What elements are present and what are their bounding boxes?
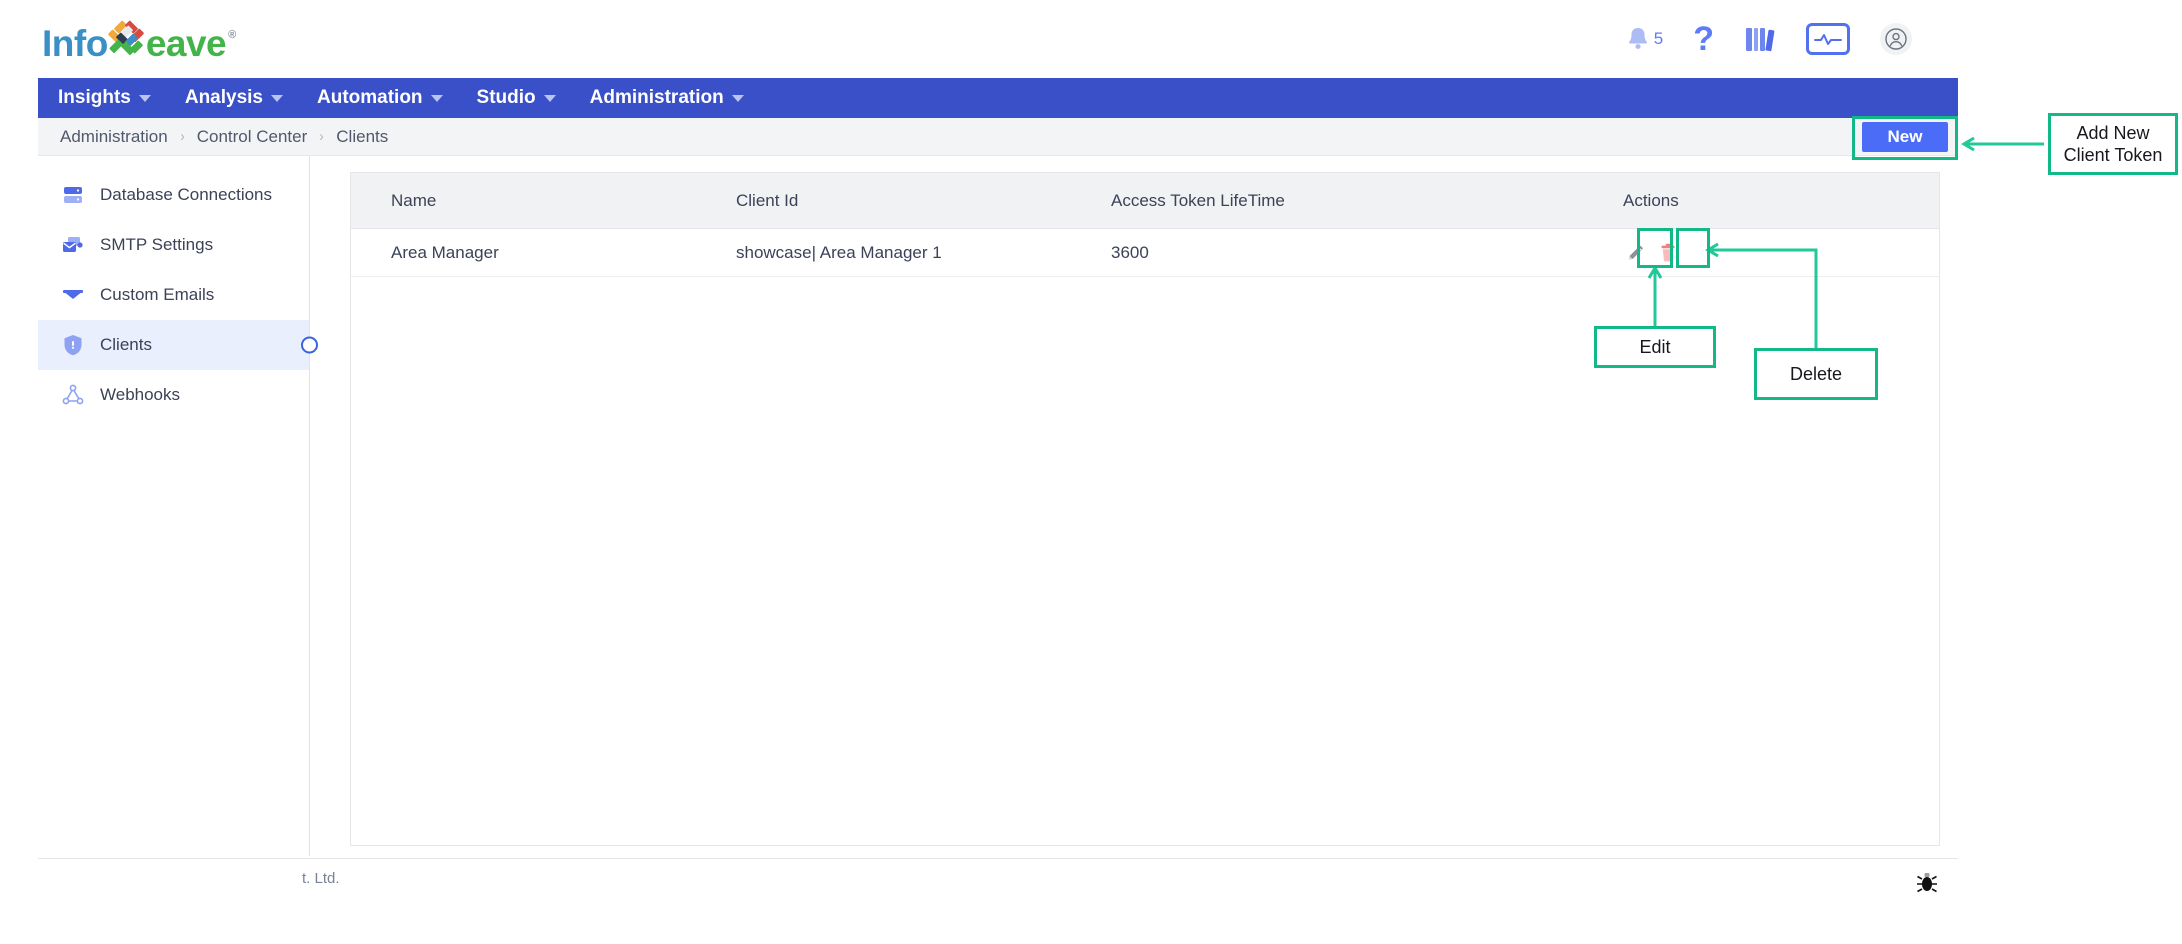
library-books-icon[interactable] — [1744, 24, 1776, 54]
notification-count: 5 — [1653, 29, 1664, 48]
logo-text-info: Info — [42, 23, 108, 64]
annotation-highlight-delete-icon — [1676, 228, 1710, 268]
sidebar-item-label: Custom Emails — [100, 285, 215, 304]
annotation-highlight-new-button — [1852, 116, 1958, 160]
cell-access-token-lifetime: 3600 — [1111, 242, 1149, 262]
main-navigation-bar: Insights Analysis Automation Studio Admi… — [38, 78, 1958, 118]
nav-item-administration[interactable]: Administration — [590, 87, 744, 109]
chevron-down-icon — [138, 94, 151, 102]
breadcrumb-item-control-center[interactable]: Control Center — [197, 127, 308, 147]
sidebar-item-smtp-settings[interactable]: SMTP Settings — [38, 220, 309, 270]
annotation-highlight-edit-icon — [1637, 228, 1673, 268]
column-header-access-token-lifetime: Access Token LifeTime — [1111, 190, 1285, 210]
sidebar-item-label: Clients — [100, 335, 152, 354]
bug-icon[interactable] — [1915, 872, 1939, 894]
nav-item-label: Automation — [317, 87, 423, 108]
header-icon-group: 5 ? — [1625, 22, 1912, 56]
table-header-row: Name Client Id Access Token LifeTime Act… — [351, 173, 1939, 229]
sidebar-item-label: Database Connections — [100, 185, 273, 204]
sidebar-item-clients[interactable]: Clients — [38, 320, 318, 370]
column-header-actions: Actions — [1623, 190, 1679, 210]
annotation-line-1: Add New — [2076, 122, 2150, 143]
app-logo[interactable]: Info eave ® — [42, 16, 236, 62]
chevron-down-icon — [430, 94, 443, 102]
breadcrumb-item-administration[interactable]: Administration — [60, 127, 168, 147]
nav-item-label: Studio — [476, 87, 536, 108]
sidebar-item-database-connections[interactable]: Database Connections — [38, 170, 309, 220]
annotation-label-add-new-client-token: Add New Client Token — [2048, 113, 2178, 175]
footer-divider — [38, 858, 1958, 859]
cell-name: Area Manager — [391, 242, 499, 262]
help-question-icon[interactable]: ? — [1693, 22, 1714, 56]
user-account-icon[interactable] — [1880, 23, 1912, 55]
nav-item-label: Administration — [589, 87, 724, 108]
clients-table-container: Name Client Id Access Token LifeTime Act… — [350, 172, 1940, 846]
logo-registered-mark: ® — [228, 29, 236, 41]
sidebar-item-label: Webhooks — [100, 385, 181, 404]
breadcrumb-separator-icon: › — [180, 128, 185, 145]
smtp-mail-settings-icon — [60, 232, 86, 258]
webhook-nodes-icon — [60, 382, 86, 408]
nav-item-analysis[interactable]: Analysis — [185, 87, 283, 109]
nav-item-studio[interactable]: Studio — [477, 87, 556, 109]
sidebar: Database Connections SMTP Settings Custo… — [38, 156, 318, 856]
app-header: Info eave ® 5 ? — [0, 0, 1958, 78]
sidebar-item-custom-emails[interactable]: Custom Emails — [38, 270, 309, 320]
woven-w-logo-icon — [106, 19, 148, 59]
sidebar-item-label: SMTP Settings — [100, 235, 214, 254]
nav-item-label: Insights — [58, 87, 131, 108]
notifications-bell-icon[interactable]: 5 — [1625, 25, 1663, 53]
breadcrumb-item-clients[interactable]: Clients — [336, 127, 388, 147]
breadcrumb: Administration › Control Center › Client… — [38, 118, 1958, 156]
chevron-down-icon — [731, 94, 744, 102]
column-header-client-id: Client Id — [736, 190, 799, 210]
annotation-label-delete: Delete — [1754, 348, 1878, 400]
chevron-down-icon — [543, 94, 556, 102]
breadcrumb-separator-icon: › — [319, 128, 324, 145]
nav-item-label: Analysis — [184, 87, 263, 108]
nav-item-insights[interactable]: Insights — [58, 87, 151, 109]
shield-icon — [60, 332, 86, 358]
envelope-icon — [60, 282, 86, 308]
sidebar-active-marker-icon — [301, 336, 318, 354]
chevron-down-icon — [271, 94, 283, 102]
cell-client-id: showcase| Area Manager 1 — [736, 242, 942, 262]
annotation-label-edit: Edit — [1594, 326, 1716, 368]
nav-item-automation[interactable]: Automation — [317, 87, 443, 109]
column-header-name: Name — [391, 190, 437, 210]
annotation-line-2: Client Token — [2063, 145, 2163, 165]
logo-text-eave: eave — [145, 23, 227, 64]
sidebar-item-webhooks[interactable]: Webhooks — [38, 370, 309, 420]
database-server-icon — [60, 182, 86, 208]
monitor-activity-icon[interactable] — [1806, 23, 1850, 55]
footer-copyright: t. Ltd. — [302, 870, 340, 887]
